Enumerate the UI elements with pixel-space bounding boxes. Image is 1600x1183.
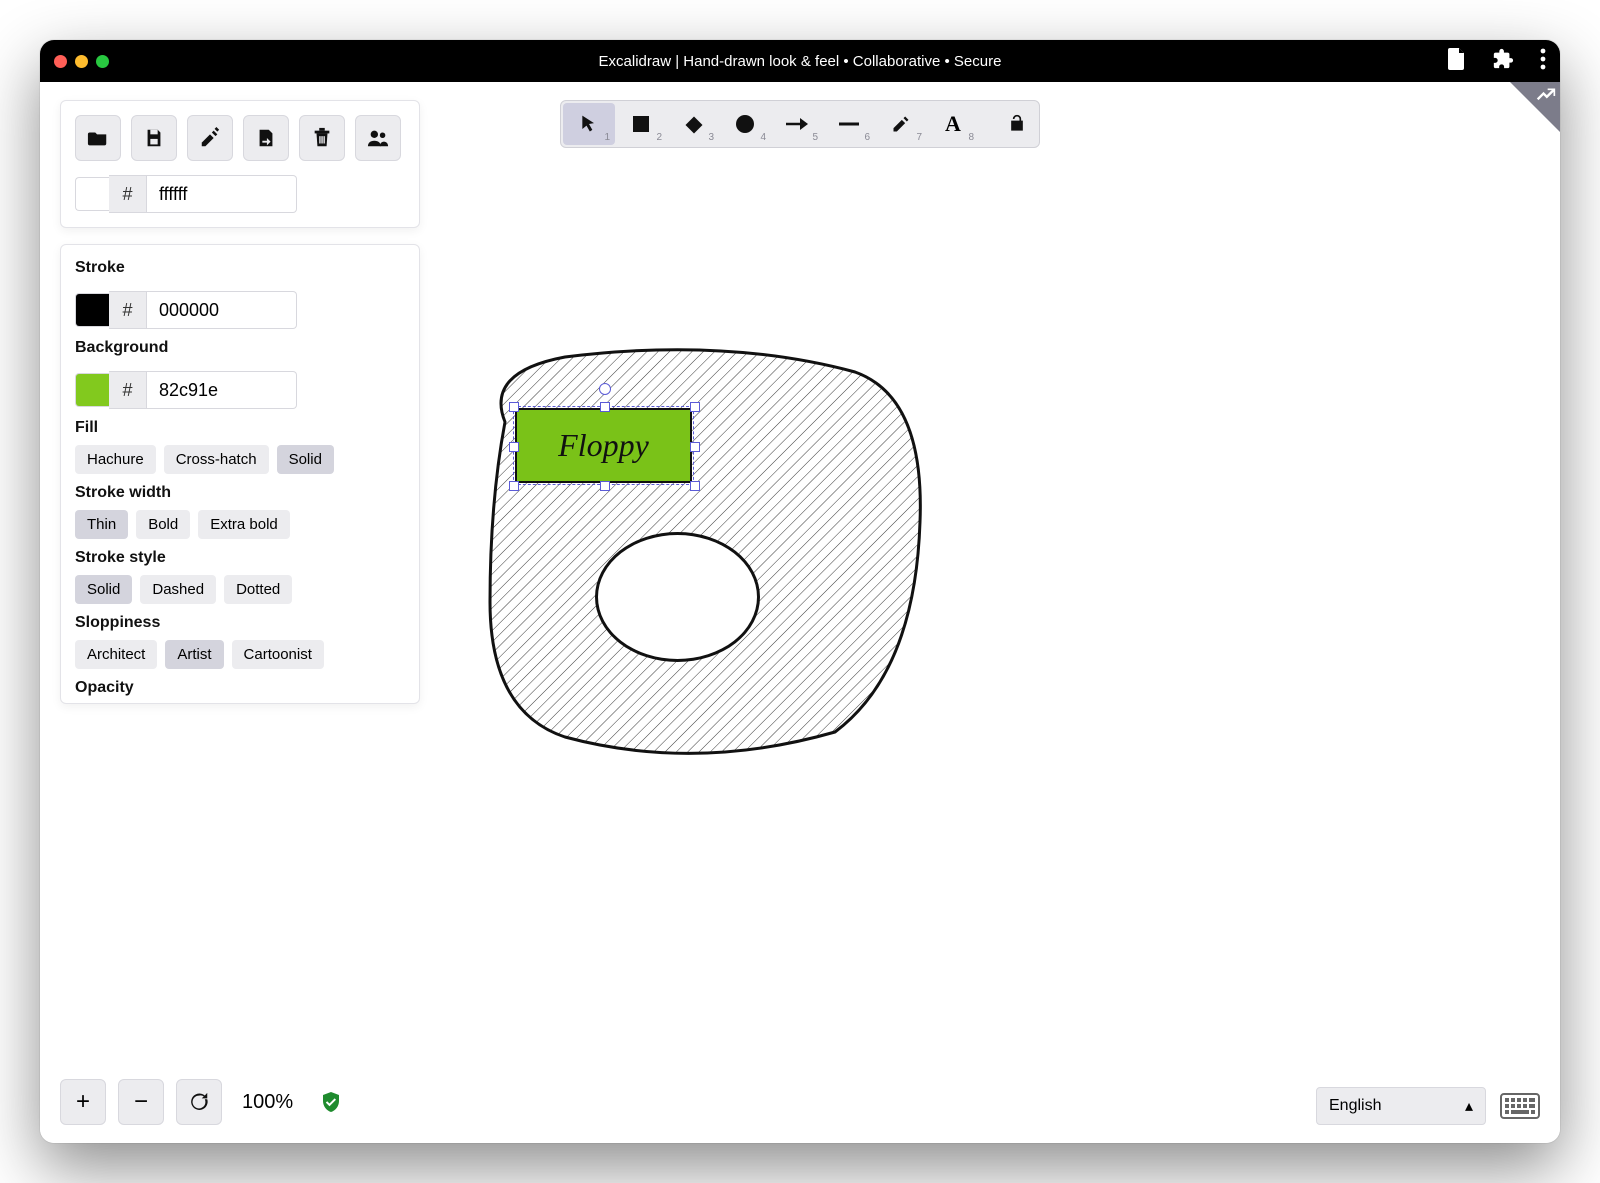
stroke-width-heading: Stroke width (75, 484, 399, 502)
option-solid[interactable]: Solid (75, 575, 132, 604)
stroke-swatch[interactable] (75, 293, 109, 327)
tool-number: 7 (916, 132, 922, 143)
hash-label: # (109, 291, 147, 329)
handle-nw[interactable] (509, 402, 519, 412)
lock-open-icon (1007, 114, 1027, 134)
option-hachure[interactable]: Hachure (75, 445, 156, 474)
handle-se[interactable] (690, 481, 700, 491)
zoom-percent: 100% (242, 1091, 293, 1114)
tool-number: 5 (812, 132, 818, 143)
minus-icon: − (134, 1088, 148, 1116)
canvas-bg-swatch[interactable] (75, 177, 109, 211)
language-label: English (1329, 1097, 1381, 1115)
option-cross-hatch[interactable]: Cross-hatch (164, 445, 269, 474)
shape-toolbar: 1 2 3 4 5 6 7 A8 (560, 100, 1040, 148)
reset-icon (188, 1091, 210, 1113)
option-dotted[interactable]: Dotted (224, 575, 292, 604)
properties-panel: Stroke # Background # Fill (60, 244, 420, 704)
option-cartoonist[interactable]: Cartoonist (232, 640, 324, 669)
plus-icon: + (76, 1088, 90, 1116)
trash-button[interactable] (299, 115, 345, 161)
tool-number: 8 (968, 132, 974, 143)
option-thin[interactable]: Thin (75, 510, 128, 539)
tool-number: 4 (760, 132, 766, 143)
selection-outline (513, 406, 694, 485)
shield-icon (319, 1090, 343, 1114)
language-select[interactable]: English ▴ (1316, 1087, 1486, 1125)
background-hex-input[interactable] (147, 371, 297, 409)
tool-number: 2 (656, 132, 662, 143)
tool-circle[interactable]: 4 (719, 103, 771, 145)
handle-sw[interactable] (509, 481, 519, 491)
keyboard-icon[interactable] (1500, 1091, 1540, 1121)
opacity-heading: Opacity (75, 679, 399, 697)
stroke-style-heading: Stroke style (75, 549, 399, 567)
tool-number: 3 (708, 132, 714, 143)
file-panel: # (60, 100, 420, 228)
option-solid[interactable]: Solid (277, 445, 334, 474)
tool-diamond[interactable]: 3 (667, 103, 719, 145)
tool-number: 1 (604, 132, 610, 143)
hash-label: # (109, 371, 147, 409)
extension-icon[interactable] (1492, 48, 1514, 75)
handle-e[interactable] (690, 442, 700, 452)
maximize-traffic-light[interactable] (96, 55, 109, 68)
tool-select[interactable]: 1 (563, 103, 615, 145)
background-heading: Background (75, 339, 399, 357)
new-file-icon[interactable] (1448, 48, 1466, 75)
tool-number: 6 (864, 132, 870, 143)
chevron-up-icon: ▴ (1465, 1096, 1473, 1116)
rotate-handle[interactable] (599, 383, 611, 395)
save-button[interactable] (131, 115, 177, 161)
tool-text[interactable]: A8 (927, 103, 979, 145)
handle-w[interactable] (509, 442, 519, 452)
lock-toggle[interactable] (997, 103, 1037, 145)
drawn-ellipse-hole[interactable] (595, 532, 760, 662)
option-artist[interactable]: Artist (165, 640, 223, 669)
open-button[interactable] (75, 115, 121, 161)
window-titlebar: Excalidraw | Hand-drawn look & feel • Co… (40, 40, 1560, 82)
handle-s[interactable] (600, 481, 610, 491)
zoom-reset-button[interactable] (176, 1079, 222, 1125)
zoom-out-button[interactable]: − (118, 1079, 164, 1125)
corner-ribbon[interactable] (1510, 82, 1560, 132)
zoom-in-button[interactable]: + (60, 1079, 106, 1125)
fill-heading: Fill (75, 419, 399, 437)
handle-n[interactable] (600, 402, 610, 412)
zoom-bar: + − 100% (60, 1079, 343, 1125)
minimize-traffic-light[interactable] (75, 55, 88, 68)
tool-arrow[interactable]: 5 (771, 103, 823, 145)
option-extra-bold[interactable]: Extra bold (198, 510, 290, 539)
option-architect[interactable]: Architect (75, 640, 157, 669)
export-button[interactable] (243, 115, 289, 161)
handle-ne[interactable] (690, 402, 700, 412)
option-dashed[interactable]: Dashed (140, 575, 216, 604)
tool-square[interactable]: 2 (615, 103, 667, 145)
option-bold[interactable]: Bold (136, 510, 190, 539)
stroke-hex-input[interactable] (147, 291, 297, 329)
hash-label: # (109, 175, 147, 213)
canvas-bg-input[interactable] (147, 175, 297, 213)
window-title: Excalidraw | Hand-drawn look & feel • Co… (40, 53, 1560, 70)
close-traffic-light[interactable] (54, 55, 67, 68)
save-as-button[interactable] (187, 115, 233, 161)
kebab-menu-icon[interactable] (1540, 48, 1546, 75)
tool-pencil[interactable]: 7 (875, 103, 927, 145)
collab-button[interactable] (355, 115, 401, 161)
stroke-heading: Stroke (75, 259, 399, 277)
background-swatch[interactable] (75, 373, 109, 407)
sloppiness-heading: Sloppiness (75, 614, 399, 632)
tool-line[interactable]: 6 (823, 103, 875, 145)
